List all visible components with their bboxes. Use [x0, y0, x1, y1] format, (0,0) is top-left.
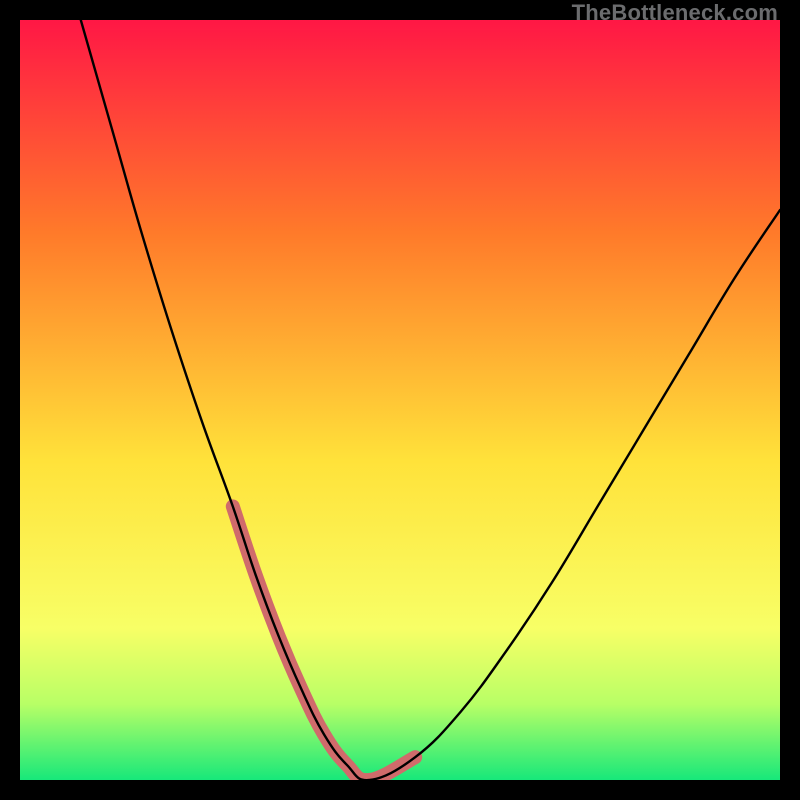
watermark-text: TheBottleneck.com [572, 0, 778, 26]
plot-area [20, 20, 780, 780]
bottleneck-chart [20, 20, 780, 780]
chart-frame: TheBottleneck.com [0, 0, 800, 800]
